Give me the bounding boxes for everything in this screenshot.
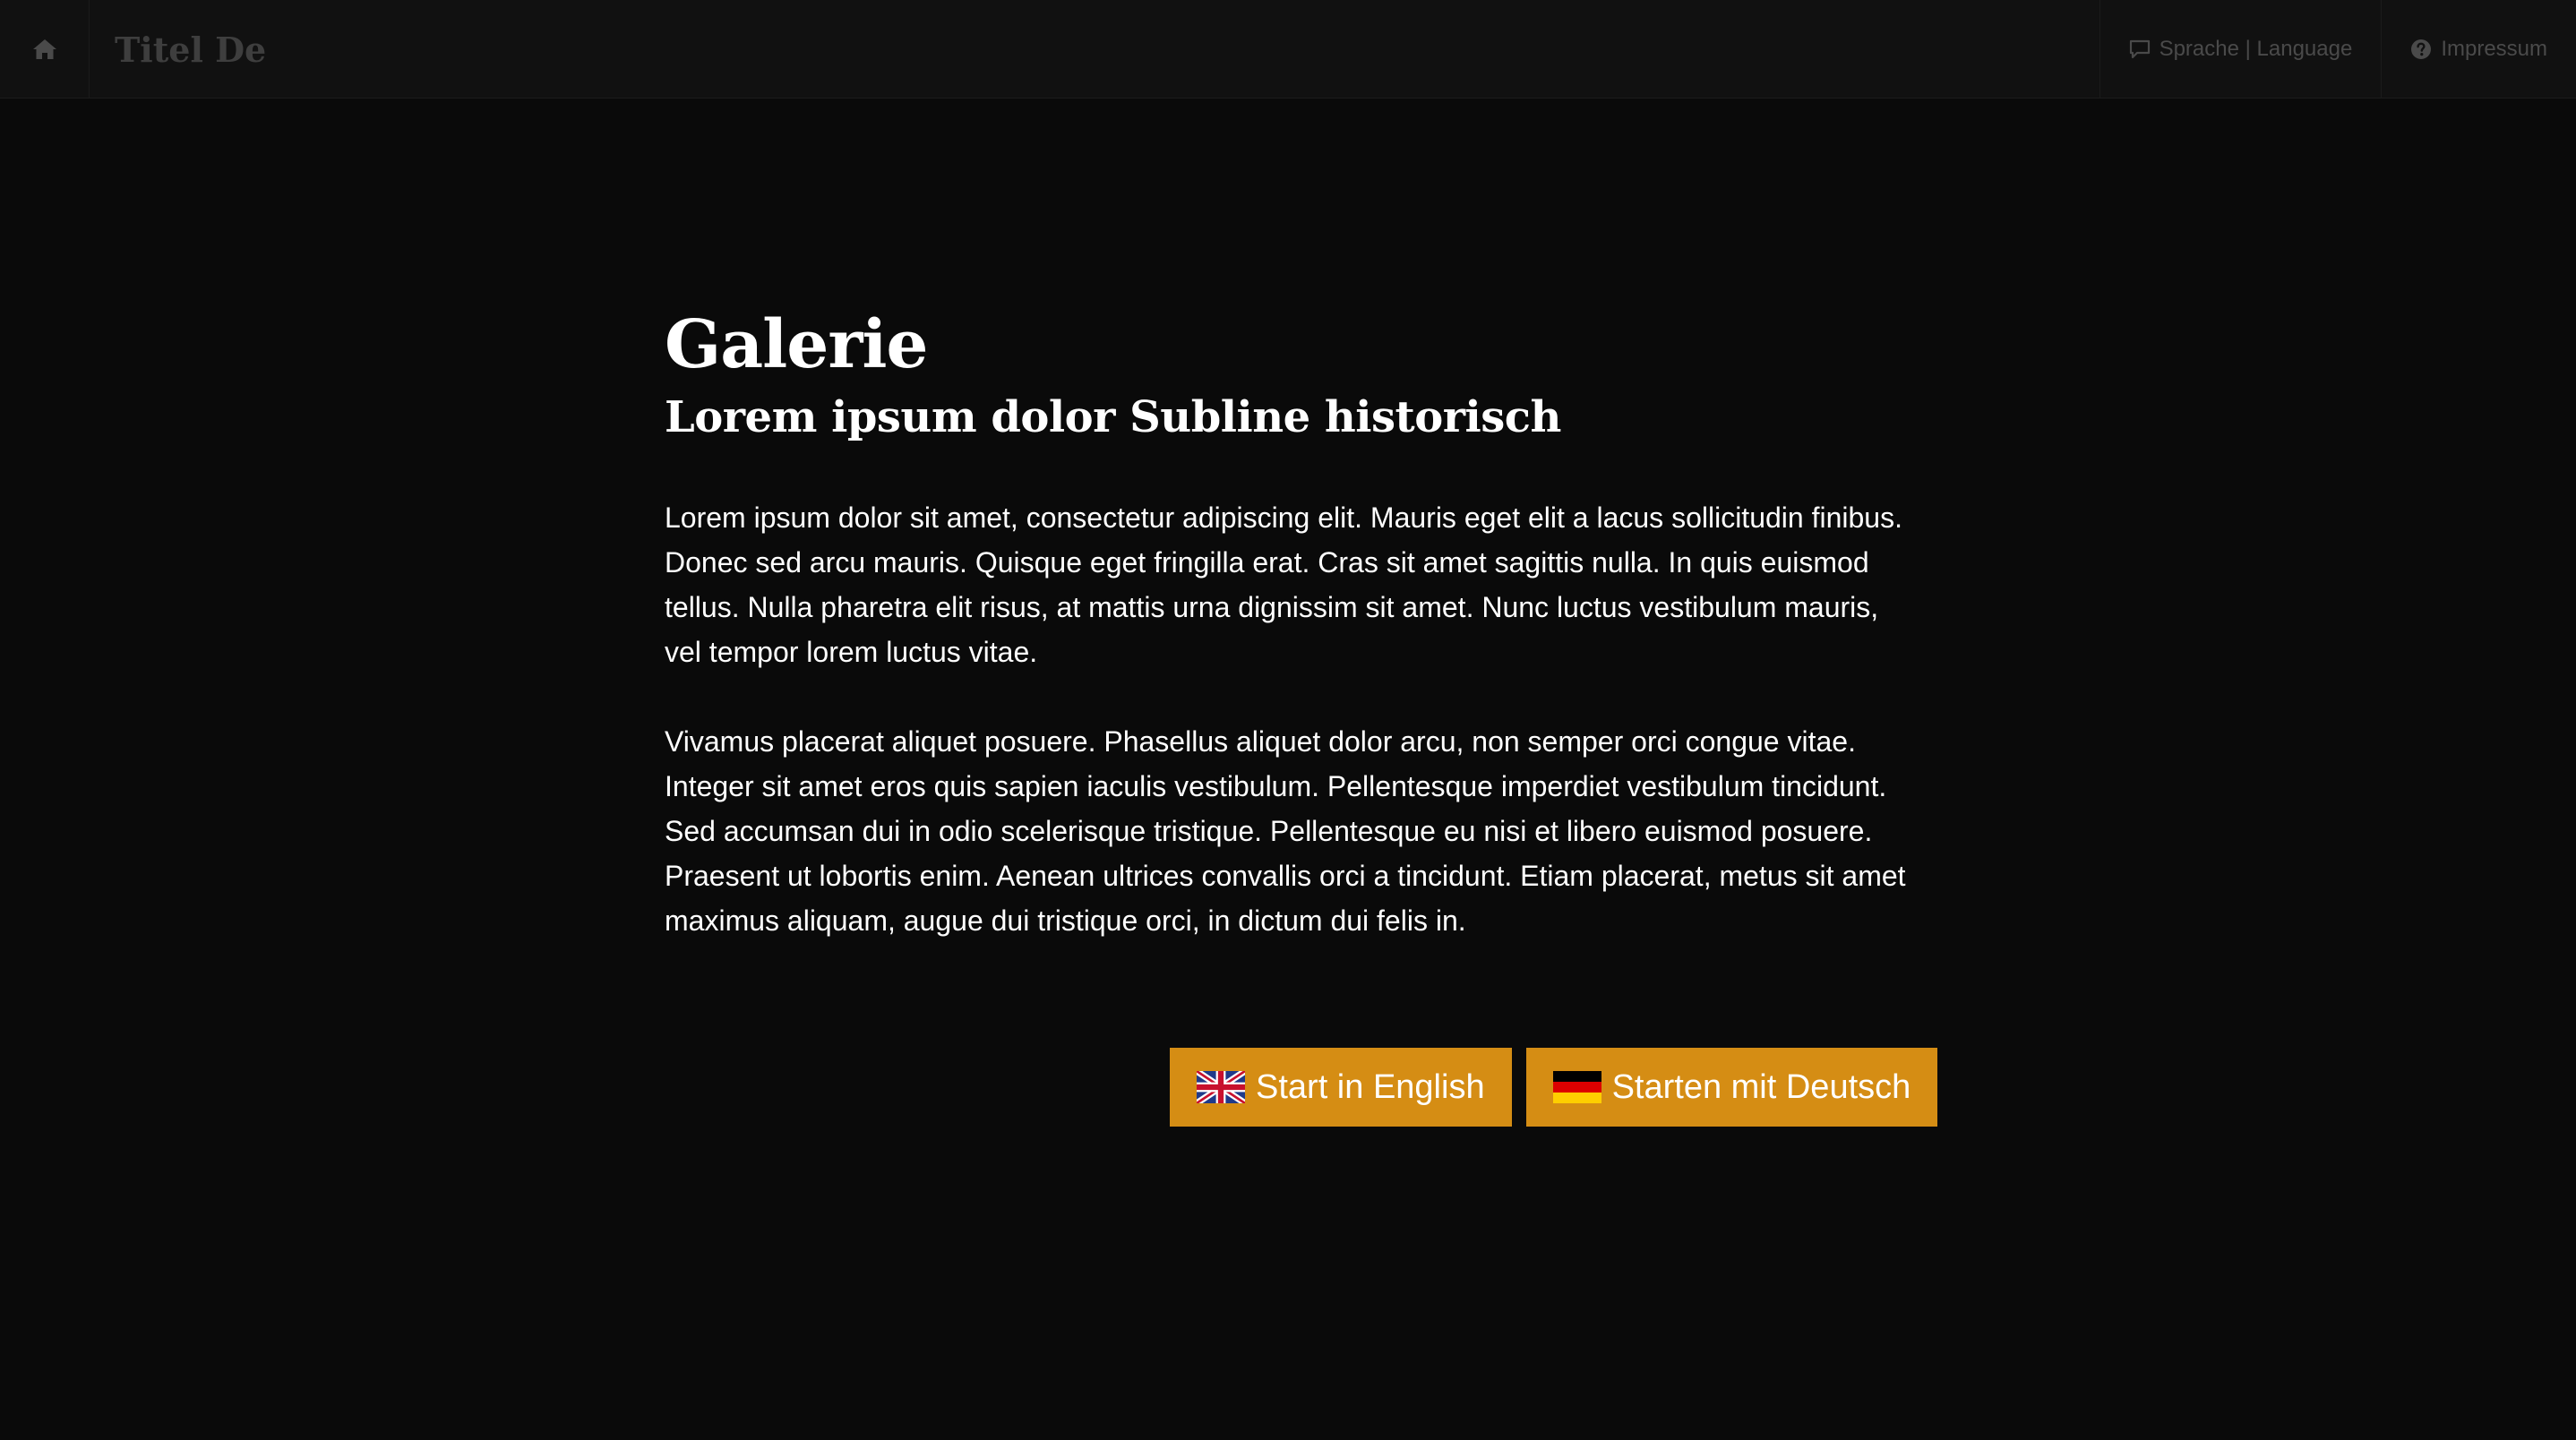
language-menu[interactable]: Sprache | Language	[2099, 0, 2382, 99]
start-german-label: Starten mit Deutsch	[1611, 1067, 1911, 1106]
language-menu-label: Sprache | Language	[2159, 37, 2353, 61]
start-german-button[interactable]: Starten mit Deutsch	[1525, 1048, 1938, 1127]
start-english-button[interactable]: Start in English	[1170, 1048, 1512, 1127]
imprint-link-label: Impressum	[2441, 37, 2547, 61]
page-title: Galerie	[665, 306, 929, 383]
site-title[interactable]: Titel De	[115, 0, 266, 99]
language-start-buttons: Start in English Starten mit Deutsch	[1170, 1048, 1938, 1127]
german-flag-icon	[1552, 1071, 1601, 1103]
home-icon	[32, 39, 56, 59]
speech-bubble-icon	[2129, 39, 2151, 59]
description-paragraph: Vivamus placerat aliquet posuere. Phasel…	[665, 724, 1906, 937]
intro-paragraph: Lorem ipsum dolor sit amet, consectetur …	[665, 501, 1902, 668]
top-navbar: Titel De Sprache | Language Impressum	[0, 0, 2576, 99]
uk-flag-icon	[1197, 1071, 1245, 1103]
nav-right-group: Sprache | Language Impressum	[2099, 0, 2576, 99]
home-button[interactable]	[0, 0, 90, 99]
question-circle-icon	[2410, 39, 2432, 60]
start-english-label: Start in English	[1256, 1067, 1485, 1106]
page-subtitle: Lorem ipsum dolor Subline historisch	[665, 392, 1561, 442]
imprint-link[interactable]: Impressum	[2381, 0, 2576, 99]
main-content: Galerie Lorem ipsum dolor Subline histor…	[665, 312, 1919, 943]
